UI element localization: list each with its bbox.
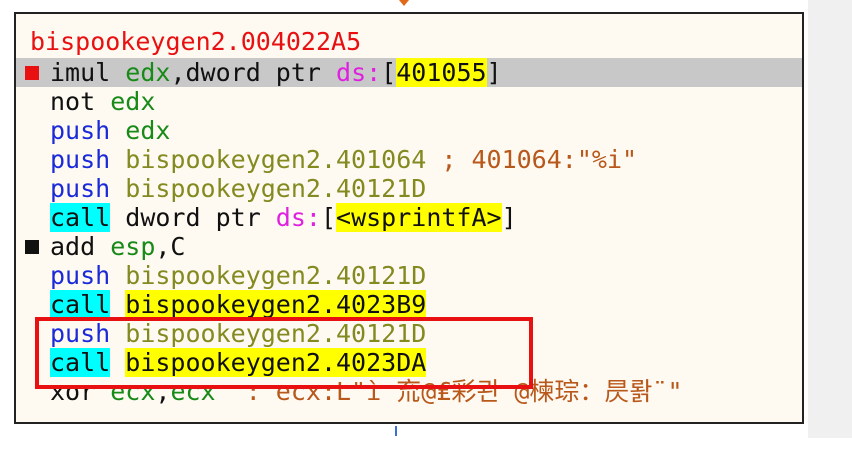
disasm-row-push-edx[interactable]: push edx (16, 116, 802, 145)
operand-symbol: bispookeygen2.401064 (125, 145, 427, 174)
disassembly-view[interactable]: bispookeygen2.004022A5 imul edx,dword pt… (14, 12, 804, 424)
mnemonic: xor (50, 377, 96, 406)
disasm-row-call-4023B9[interactable]: call bispookeygen2.4023B9 (16, 290, 802, 319)
operand-register: edx (125, 116, 171, 145)
disasm-row-imul[interactable]: imul edx,dword ptr ds:[401055] (16, 58, 802, 87)
mnemonic: push (50, 145, 111, 174)
mnemonic: call (50, 203, 111, 232)
operand-register: edx (110, 87, 156, 116)
mnemonic: push (50, 174, 111, 203)
mnemonic: push (50, 261, 111, 290)
mnemonic: push (50, 319, 111, 348)
operand-segment: ds: (275, 203, 321, 232)
breakpoint-icon[interactable] (25, 66, 39, 80)
comment: ; 401064:"%i" (441, 145, 638, 174)
operand-symbol: bispookeygen2.40121D (125, 319, 427, 348)
mnemonic: call (50, 348, 111, 377)
operand-address: 401055 (396, 58, 487, 87)
mnemonic: not (50, 87, 96, 116)
mnemonic: push (50, 116, 111, 145)
operand-register: ecx (170, 377, 216, 406)
operand-call-target: bispookeygen2.4023B9 (125, 290, 427, 319)
mnemonic: imul (50, 58, 111, 87)
comment: : ecx:L"ì 㐬@₤彩괸 @楝琮：昃뢁¨" (245, 377, 683, 406)
operand-call-target: bispookeygen2.4023DA (125, 348, 427, 377)
disasm-row-not[interactable]: not edx (16, 87, 802, 116)
operand-register: esp (110, 232, 156, 261)
disasm-row-call-4023DA[interactable]: call bispookeygen2.4023DA (16, 348, 802, 377)
operand-register: ecx (110, 377, 156, 406)
disasm-row-push-format[interactable]: push bispookeygen2.401064 ; 401064:"%i" (16, 145, 802, 174)
bracket-open: [ (381, 58, 397, 87)
operand-size: dword ptr (125, 203, 276, 232)
disasm-row-xor[interactable]: xor ecx,ecx : ecx:L"ì 㐬@₤彩괸 @楝琮：昃뢁¨" (16, 377, 802, 406)
operand-size: dword ptr (185, 58, 337, 87)
operand-separator: , (170, 58, 186, 87)
disasm-row-push-buffer-3[interactable]: push bispookeygen2.40121D (16, 319, 802, 348)
operand-symbol: bispookeygen2.40121D (125, 261, 427, 290)
operand-separator: , (155, 377, 171, 406)
disasm-row-call-wsprintf[interactable]: call dword ptr ds:[<wsprintfA>] (16, 203, 802, 232)
operand-immediate: ,C (155, 232, 186, 261)
address-label: bispookeygen2.004022A5 (30, 27, 362, 56)
bracket-close: ] (501, 203, 517, 232)
operand-segment: ds: (336, 58, 382, 87)
mnemonic: call (50, 290, 111, 319)
bookmark-icon[interactable] (25, 240, 39, 254)
arrow-down-icon (399, 0, 409, 6)
window-edge (808, 0, 852, 438)
disasm-address-header: bispookeygen2.004022A5 (16, 27, 802, 56)
mnemonic: add (50, 232, 96, 261)
disasm-row-push-buffer[interactable]: push bispookeygen2.40121D (16, 174, 802, 203)
bracket-close: ] (486, 58, 502, 87)
disasm-row-push-buffer-2[interactable]: push bispookeygen2.40121D (16, 261, 802, 290)
jump-line-indicator (395, 426, 397, 436)
operand-symbol: bispookeygen2.40121D (125, 174, 427, 203)
disasm-row-add[interactable]: add esp,C (16, 232, 802, 261)
bracket-open: [ (320, 203, 337, 232)
operand-register: edx (125, 58, 171, 87)
operand-import: <wsprintfA> (336, 203, 502, 232)
